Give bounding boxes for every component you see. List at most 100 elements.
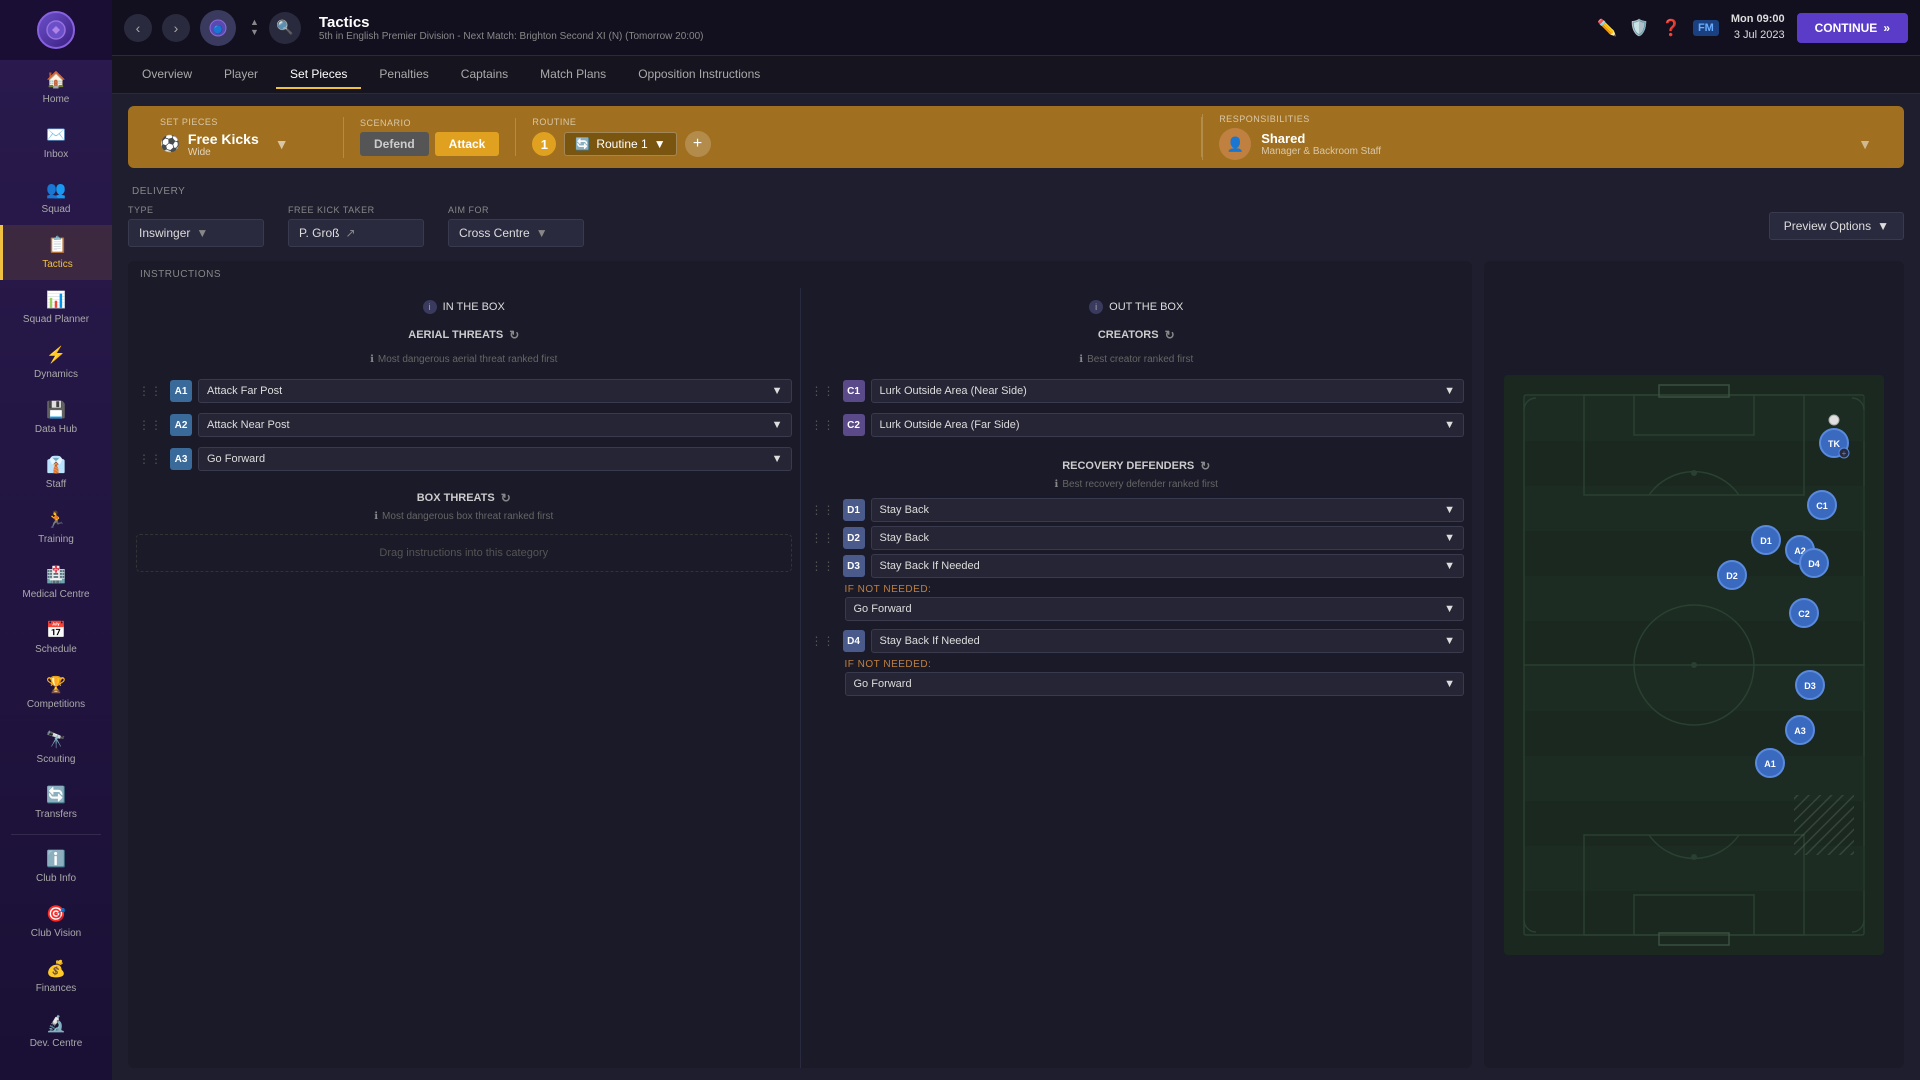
search-button[interactable]: 🔍	[269, 12, 301, 44]
tab-match-plans[interactable]: Match Plans	[526, 61, 620, 89]
tab-set-pieces[interactable]: Set Pieces	[276, 61, 361, 89]
drag-handle-d1[interactable]: ⋮⋮	[809, 503, 837, 517]
recovery-defenders-refresh-icon[interactable]: ↻	[1200, 459, 1210, 473]
creators-refresh-icon[interactable]: ↻	[1165, 328, 1175, 342]
recovery-row-d3: ⋮⋮ D3 Stay Back If Needed ▼	[809, 552, 1465, 580]
responsibilities-dropdown-icon[interactable]: ▼	[1858, 136, 1872, 152]
topbar-down-button[interactable]: ▼	[250, 28, 259, 37]
sidebar-item-squad-planner[interactable]: 📊 Squad Planner	[0, 280, 112, 335]
continue-button[interactable]: CONTINUE »	[1797, 13, 1908, 43]
tab-captains[interactable]: Captains	[447, 61, 522, 89]
routine-label: ROUTINE	[532, 117, 1185, 127]
drag-handle-c2[interactable]: ⋮⋮	[809, 418, 837, 432]
recovery-row-d2: ⋮⋮ D2 Stay Back ▼	[809, 524, 1465, 552]
sidebar-item-tactics[interactable]: 📋 Tactics	[0, 225, 112, 280]
a2-select[interactable]: Attack Near Post ▼	[198, 413, 792, 437]
sidebar-item-dev-centre[interactable]: 🔬 Dev. Centre	[0, 1004, 112, 1059]
back-button[interactable]: ‹	[124, 14, 152, 42]
sidebar-item-squad[interactable]: 👥 Squad	[0, 170, 112, 225]
sidebar-item-club-vision[interactable]: 🎯 Club Vision	[0, 894, 112, 949]
delivery-row: DELIVERY TYPE Inswinger ▼ FREE KICK TAKE…	[128, 178, 1904, 251]
d1-dropdown-icon: ▼	[1444, 504, 1455, 516]
sidebar-item-dynamics[interactable]: ⚡ Dynamics	[0, 335, 112, 390]
routine-select[interactable]: 🔄 Routine 1 ▼	[564, 132, 676, 156]
sidebar-item-transfers[interactable]: 🔄 Transfers	[0, 775, 112, 830]
sidebar-item-finances[interactable]: 💰 Finances	[0, 949, 112, 1004]
set-pieces-label: SET PIECES	[160, 117, 327, 127]
drag-handle-c1[interactable]: ⋮⋮	[809, 384, 837, 398]
box-threats-title: BOX THREATS ↻	[136, 487, 792, 509]
sidebar-item-inbox[interactable]: ✉️ Inbox	[0, 115, 112, 170]
sidebar-item-label: Schedule	[35, 644, 77, 655]
sidebar-item-competitions[interactable]: 🏆 Competitions	[0, 665, 112, 720]
badge-c1: C1	[843, 380, 865, 402]
set-piece-name: Free Kicks	[188, 131, 259, 147]
free-kick-taker-field: FREE KICK TAKER P. Groß ↗	[288, 205, 448, 247]
type-select[interactable]: Inswinger ▼	[128, 219, 264, 247]
search-icon: 🔍	[276, 19, 293, 36]
defend-button[interactable]: Defend	[360, 132, 429, 156]
sidebar-item-schedule[interactable]: 📅 Schedule	[0, 610, 112, 665]
sidebar: 🏠 Home ✉️ Inbox 👥 Squad 📋 Tactics 📊 Squa…	[0, 0, 112, 1080]
aerial-threats-label: AERIAL THREATS	[408, 329, 503, 341]
d3-select[interactable]: Stay Back If Needed ▼	[871, 554, 1465, 578]
recovery-defenders-label: RECOVERY DEFENDERS	[1062, 460, 1194, 472]
if-not-needed-label-d4: IF NOT NEEDED:	[845, 655, 1465, 672]
routine-dropdown-icon: ▼	[654, 137, 666, 151]
sidebar-item-training[interactable]: 🏃 Training	[0, 500, 112, 555]
content-area: SET PIECES ⚽ Free Kicks Wide ▼ SCENARIO …	[112, 94, 1920, 1080]
drag-handle-d2[interactable]: ⋮⋮	[809, 531, 837, 545]
c2-select[interactable]: Lurk Outside Area (Far Side) ▼	[871, 413, 1465, 437]
tab-player[interactable]: Player	[210, 61, 272, 89]
info-icon: i	[423, 300, 437, 314]
aerial-threats-refresh-icon[interactable]: ↻	[509, 328, 519, 342]
creators-title: CREATORS ↻	[809, 324, 1465, 346]
tab-opposition-instructions[interactable]: Opposition Instructions	[624, 61, 774, 89]
if-not-select-d4[interactable]: Go Forward ▼	[845, 672, 1465, 696]
sidebar-item-label: Dev. Centre	[30, 1038, 83, 1049]
sidebar-item-label: Training	[38, 534, 74, 545]
instructions-panel: INSTRUCTIONS i IN THE BOX AERIAL THREATS…	[128, 261, 1472, 1068]
free-kick-taker-select[interactable]: P. Groß ↗	[288, 219, 424, 247]
drag-handle-d3[interactable]: ⋮⋮	[809, 559, 837, 573]
routine-number: 1	[532, 132, 556, 156]
set-piece-dropdown-button[interactable]: ▼	[275, 136, 289, 152]
drag-handle-a2[interactable]: ⋮⋮	[136, 418, 164, 432]
out-the-box-label: OUT THE BOX	[1109, 301, 1183, 313]
sidebar-item-medical-centre[interactable]: 🏥 Medical Centre	[0, 555, 112, 610]
sidebar-item-staff[interactable]: 👔 Staff	[0, 445, 112, 500]
c1-select[interactable]: Lurk Outside Area (Near Side) ▼	[871, 379, 1465, 403]
sidebar-item-label: Finances	[36, 983, 77, 994]
a1-value: Attack Far Post	[207, 385, 282, 397]
drag-handle-a3[interactable]: ⋮⋮	[136, 452, 164, 466]
attack-button[interactable]: Attack	[435, 132, 500, 156]
box-threats-refresh-icon[interactable]: ↻	[501, 491, 511, 505]
d1-select[interactable]: Stay Back ▼	[871, 498, 1465, 522]
if-not-select-d3[interactable]: Go Forward ▼	[845, 597, 1465, 621]
d2-select[interactable]: Stay Back ▼	[871, 526, 1465, 550]
d4-select[interactable]: Stay Back If Needed ▼	[871, 629, 1465, 653]
drag-handle-d4[interactable]: ⋮⋮	[809, 634, 837, 648]
creators-info-icon: ℹ	[1079, 354, 1083, 365]
in-the-box-title: i IN THE BOX	[136, 296, 792, 318]
edit-button[interactable]: ✏️	[1597, 18, 1617, 38]
topbar-up-button[interactable]: ▲	[250, 18, 259, 27]
aim-for-label: AIM FOR	[448, 205, 584, 215]
drag-handle-a1[interactable]: ⋮⋮	[136, 384, 164, 398]
a1-select[interactable]: Attack Far Post ▼	[198, 379, 792, 403]
aim-for-select[interactable]: Cross Centre ▼	[448, 219, 584, 247]
sidebar-item-label: Club Vision	[31, 928, 81, 939]
sidebar-item-home[interactable]: 🏠 Home	[0, 60, 112, 115]
help-button[interactable]: ❓	[1661, 18, 1681, 38]
a3-select[interactable]: Go Forward ▼	[198, 447, 792, 471]
tab-penalties[interactable]: Penalties	[365, 61, 442, 89]
add-routine-button[interactable]: +	[685, 131, 711, 157]
preview-options-button[interactable]: Preview Options ▼	[1769, 212, 1904, 240]
sidebar-item-scouting[interactable]: 🔭 Scouting	[0, 720, 112, 775]
sidebar-item-data-hub[interactable]: 💾 Data Hub	[0, 390, 112, 445]
tab-overview[interactable]: Overview	[128, 61, 206, 89]
sidebar-item-club-info[interactable]: ℹ️ Club Info	[0, 839, 112, 894]
sidebar-item-label: Club Info	[36, 873, 76, 884]
forward-button[interactable]: ›	[162, 14, 190, 42]
help-shield-button[interactable]: 🛡️	[1629, 18, 1649, 38]
